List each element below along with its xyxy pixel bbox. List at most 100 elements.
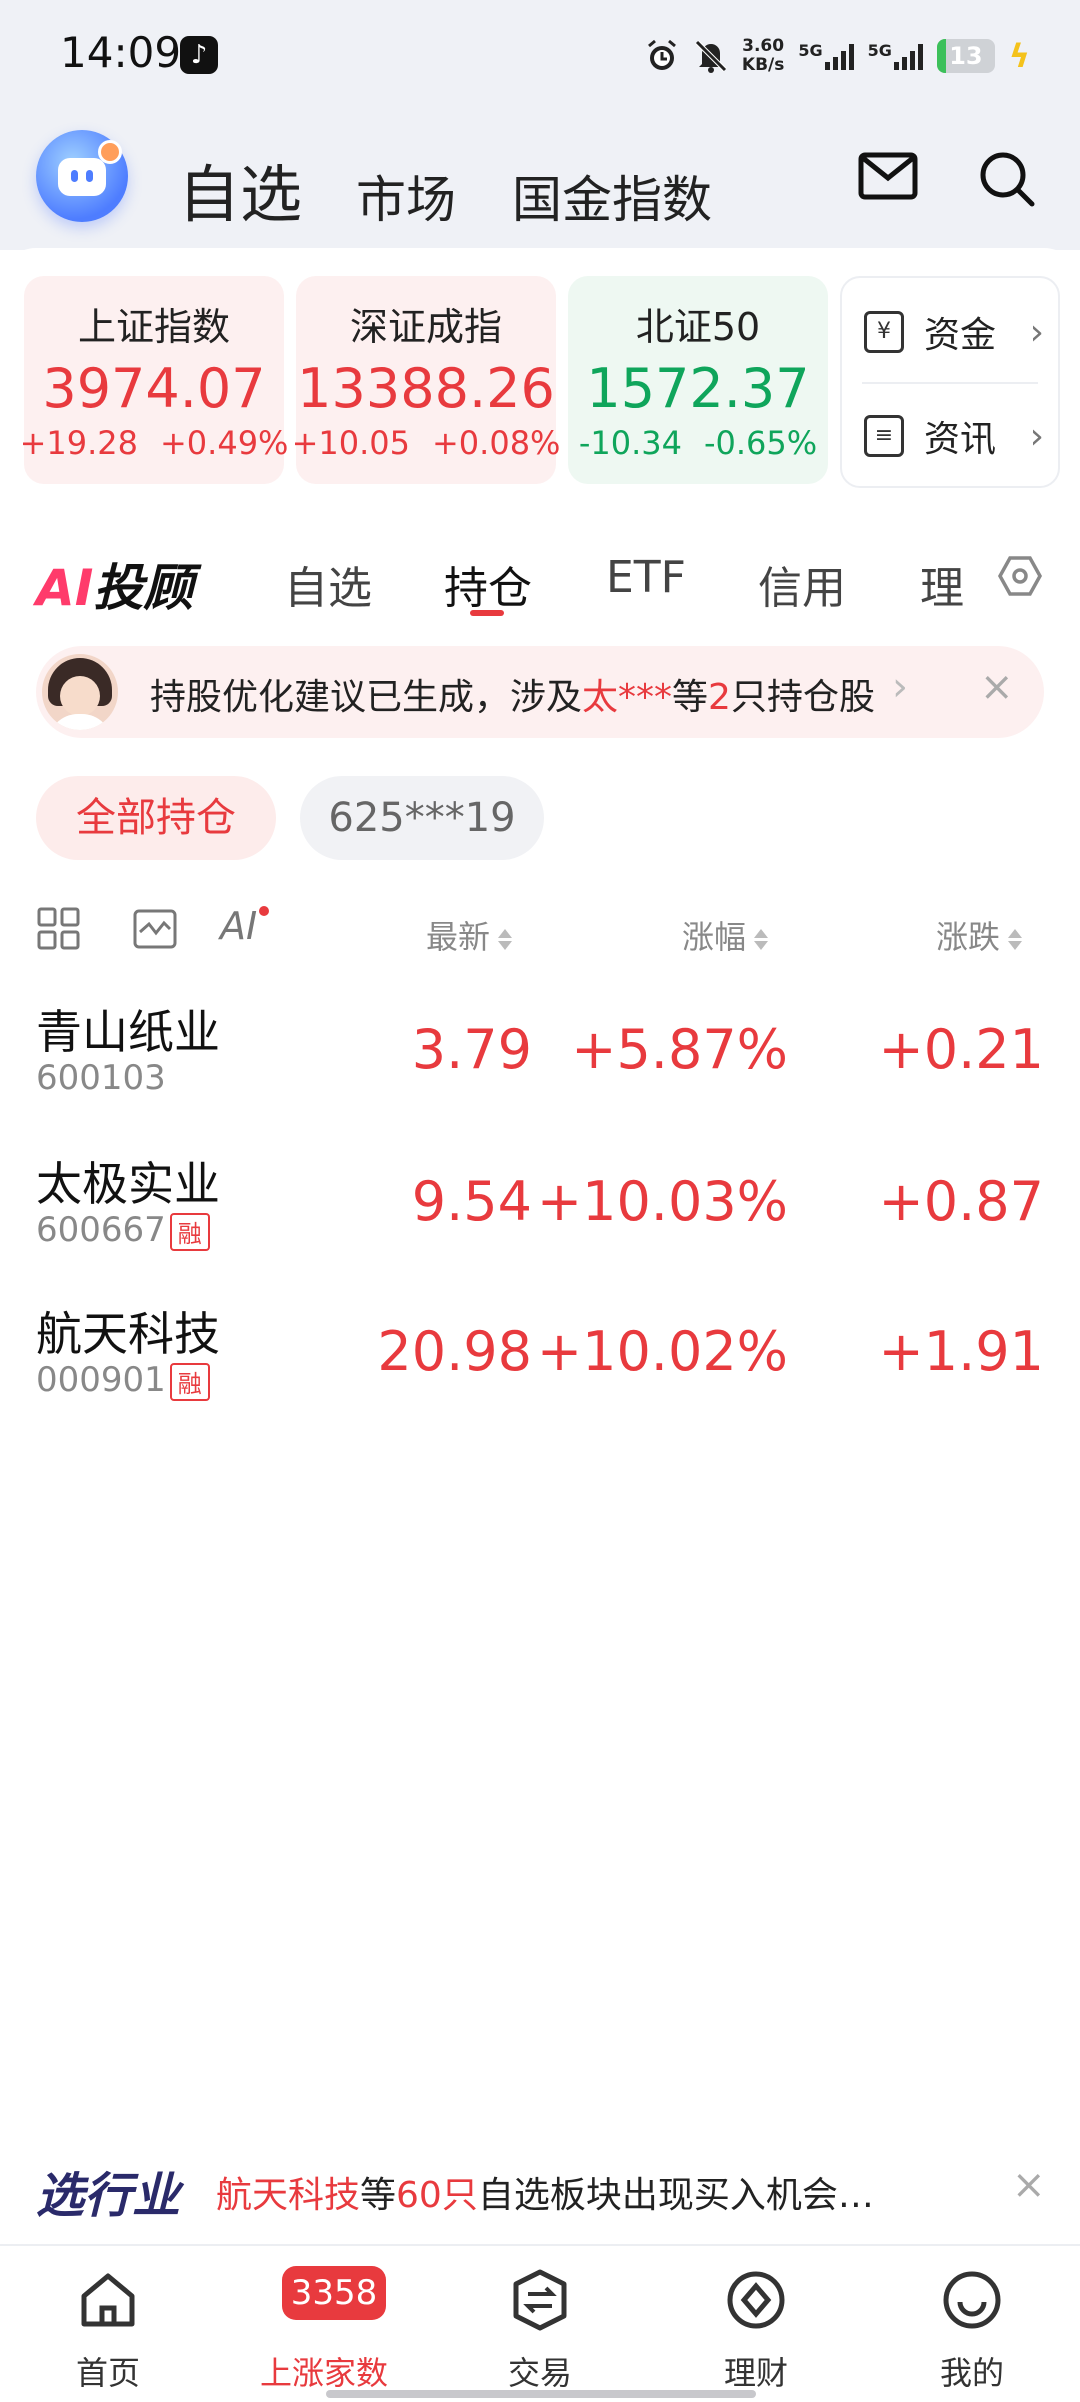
index-change: +10.05 <box>291 424 410 462</box>
battery-icon: 13 <box>936 39 995 73</box>
stock-code: 600103 <box>36 1058 166 1098</box>
chevron-right-icon[interactable]: › <box>892 664 908 710</box>
stock-name: 太极实业 <box>36 1157 220 1211</box>
stock-price: 20.98 <box>377 1320 532 1383</box>
margin-tag: 融 <box>169 1212 210 1251</box>
grid-view-icon[interactable] <box>36 906 82 952</box>
stock-change-pct: +5.87% <box>571 1018 788 1081</box>
industry-promo[interactable]: 选行业 航天科技等60只自选板块出现买入机会… × <box>36 2156 1046 2226</box>
signal-bars-icon <box>893 42 923 70</box>
stock-change: +0.87 <box>878 1170 1044 1233</box>
charging-icon: ϟ <box>1008 37 1030 75</box>
tab-holdings[interactable]: 持仓 <box>444 552 532 616</box>
home-icon <box>81 2273 135 2327</box>
stock-change-pct: +10.02% <box>536 1320 788 1383</box>
index-percent: +0.08% <box>431 424 561 462</box>
header-latest[interactable]: 最新 <box>426 912 513 958</box>
stock-price: 3.79 <box>411 1018 532 1081</box>
tab-etf[interactable]: ETF <box>606 552 686 603</box>
index-card-shanghai[interactable]: 上证指数 3974.07 +19.28 +0.49% <box>20 276 288 484</box>
index-value: 3974.07 <box>42 357 266 420</box>
quick-link-news[interactable]: ≡ 资讯 › <box>842 386 1058 486</box>
tab-guojin-index[interactable]: 国金指数 <box>512 160 712 232</box>
ai-icon[interactable]: AI <box>220 904 270 948</box>
stock-code: 600667 融 <box>36 1210 210 1251</box>
signal-bars-icon <box>824 42 854 70</box>
alarm-icon <box>647 39 676 70</box>
index-percent: -0.65% <box>703 424 818 462</box>
advisor-avatar <box>42 654 118 730</box>
quick-links: ¥ 资金 › ≡ 资讯 › <box>840 276 1060 488</box>
tab-me[interactable]: 我的 <box>872 2246 1072 2402</box>
bottom-tab-bar: 首页 3358 上涨家数 交易 理财 我的 <box>0 2244 1080 2402</box>
tab-home[interactable]: 首页 <box>8 2246 208 2402</box>
stock-name: 航天科技 <box>36 1307 220 1361</box>
stock-change: +1.91 <box>878 1320 1044 1383</box>
banner-text: 持股优化建议已生成，涉及太***等2只持仓股 <box>150 677 875 718</box>
stock-code: 000901 融 <box>36 1360 210 1401</box>
sort-icon <box>754 926 769 953</box>
signal-2: 5G <box>868 42 923 70</box>
tab-watchlist[interactable]: 自选 <box>178 144 302 234</box>
tab-gainers[interactable]: 3358 上涨家数 <box>224 2246 424 2402</box>
tab-wealth-management[interactable]: 理财 <box>656 2246 856 2402</box>
ai-advisor-tab[interactable]: AI投顾 <box>36 548 193 620</box>
index-change: +19.28 <box>19 424 138 462</box>
index-card-bz50[interactable]: 北证50 1572.37 -10.34 -0.65% <box>568 276 828 484</box>
status-icons: 3.60 KB/s 5G 5G 13 ϟ <box>644 26 1030 86</box>
tiktok-notification-icon: ♪ <box>180 36 218 74</box>
table-row[interactable]: 太极实业 600667 融 9.54 +10.03% +0.87 <box>0 1148 1080 1298</box>
stock-change: +0.21 <box>878 1018 1044 1081</box>
chart-view-icon[interactable] <box>132 906 178 952</box>
promo-text: 航天科技等60只自选板块出现买入机会… <box>216 2175 874 2216</box>
holding-advice-banner[interactable]: 持股优化建议已生成，涉及太***等2只持仓股 › × <box>36 646 1044 738</box>
sort-icon <box>1008 926 1023 953</box>
sort-icon <box>498 926 513 953</box>
close-icon[interactable]: × <box>980 664 1014 710</box>
index-change: -10.34 <box>578 424 682 462</box>
index-name: 上证指数 <box>77 305 230 349</box>
index-value: 13388.26 <box>297 357 555 420</box>
stock-name: 青山纸业 <box>36 1005 220 1059</box>
promo-tag: 选行业 <box>36 2168 181 2224</box>
header-change[interactable]: 涨跌 <box>936 912 1023 958</box>
index-name: 北证50 <box>635 305 761 349</box>
wealth-icon <box>727 2271 785 2329</box>
tab-wealth[interactable]: 理 <box>920 552 964 616</box>
profile-smile-icon <box>943 2271 1001 2329</box>
trade-exchange-icon <box>513 2269 567 2331</box>
quick-link-funds[interactable]: ¥ 资金 › <box>842 282 1058 382</box>
index-card-shenzhen[interactable]: 深证成指 13388.26 +10.05 +0.08% <box>292 276 560 484</box>
margin-tag: 融 <box>169 1362 210 1401</box>
stock-change-pct: +10.03% <box>536 1170 788 1233</box>
gainers-count-badge: 3358 <box>282 2266 386 2320</box>
active-tab-indicator <box>470 610 504 616</box>
tab-watchlist-sub[interactable]: 自选 <box>284 552 372 616</box>
mail-icon[interactable] <box>858 152 918 200</box>
account-chip[interactable]: 625***19 <box>300 776 544 860</box>
document-icon: ≡ <box>864 415 904 457</box>
search-icon[interactable] <box>978 150 1036 208</box>
sub-tabs: AI投顾 自选 持仓 ETF 信用 理 <box>36 544 1043 617</box>
signal-1: 5G <box>798 42 854 70</box>
all-holdings-chip[interactable]: 全部持仓 <box>36 776 276 860</box>
tab-market[interactable]: 市场 <box>356 160 456 232</box>
table-row[interactable]: 航天科技 000901 融 20.98 +10.02% +1.91 <box>0 1298 1080 1448</box>
index-percent: +0.49% <box>159 424 289 462</box>
mute-bell-icon <box>695 40 727 73</box>
app-logo[interactable] <box>36 130 128 222</box>
chevron-right-icon: › <box>1029 311 1044 353</box>
index-value: 1572.37 <box>586 357 810 420</box>
index-name: 深证成指 <box>349 305 502 349</box>
net-speed: 3.60 KB/s <box>741 36 785 75</box>
tab-credit[interactable]: 信用 <box>758 552 846 616</box>
chevron-right-icon: › <box>1029 415 1044 457</box>
home-indicator[interactable] <box>326 2390 756 2398</box>
close-icon[interactable]: × <box>1012 2162 1046 2208</box>
status-time: 14:09 <box>60 28 182 77</box>
yuan-wallet-icon: ¥ <box>864 311 904 353</box>
gear-icon[interactable] <box>996 552 1044 600</box>
table-row[interactable]: 青山纸业 600103 3.79 +5.87% +0.21 <box>0 996 1080 1146</box>
tab-trade[interactable]: 交易 <box>440 2246 640 2402</box>
header-change-pct[interactable]: 涨幅 <box>682 912 769 958</box>
